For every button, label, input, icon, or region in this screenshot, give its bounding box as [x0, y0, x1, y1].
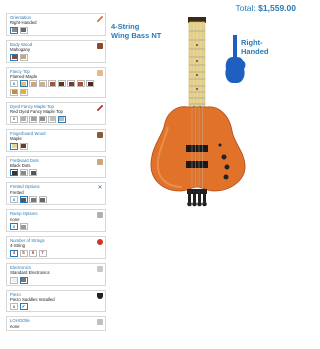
swatch-pearl-dots[interactable] [29, 169, 37, 177]
swatch-strings-7[interactable]: 7 [38, 249, 47, 257]
close-icon: ✕ [97, 185, 103, 192]
option-number-of-strings[interactable]: Number of Strings 4-String 4 5 6 7 [6, 236, 106, 259]
option-value: 4-String [10, 243, 26, 249]
swatch-dyed-red[interactable] [57, 115, 66, 123]
swatch-koa[interactable] [67, 80, 75, 88]
swatch-none[interactable]: x [10, 303, 18, 311]
options-sidebar: Orientation Right-Handed Body Wood Mahog… [6, 13, 106, 349]
option-value: Standard Electronics [10, 270, 50, 276]
wood-swatch-icon [97, 42, 103, 49]
swatch-dyed-4[interactable] [48, 115, 56, 123]
swatch-zebrawood[interactable] [10, 88, 18, 96]
option-value: none [10, 323, 20, 329]
swatch-walnut[interactable] [57, 80, 66, 88]
option-value: Maple [10, 136, 22, 142]
option-icon [97, 319, 103, 326]
swatch-padauk[interactable] [76, 80, 85, 88]
option-lohoolle[interactable]: LOHOOlle none [6, 316, 106, 332]
option-fretted[interactable]: Fretted Options Fretted ✕ x [6, 182, 106, 206]
swatch-electronics-none[interactable] [10, 276, 18, 284]
swatch-dyed-1[interactable] [19, 115, 28, 123]
option-value: Red Dyed Fancy Maple Top [10, 109, 63, 115]
option-fretboard-dots[interactable]: Fretboard Dots Black Dots [6, 155, 106, 179]
option-body-wood[interactable]: Body Wood Mahogany [6, 39, 106, 63]
option-dyed-fancy-maple-top[interactable]: Dyed Fancy Maple Top Red Dyed Fancy Mapl… [6, 101, 106, 125]
swatch-piezo-installed[interactable]: ✓ [19, 303, 28, 311]
guitar-icon [97, 16, 103, 22]
option-value: Black Dots [10, 162, 31, 168]
option-fingerboard-wood[interactable]: Fingerboard Wood Maple [6, 128, 106, 152]
option-value: Mahogany [10, 47, 31, 53]
swatch-ramp[interactable] [19, 223, 28, 230]
swatch-rosewood[interactable] [19, 142, 28, 150]
swatch-none[interactable]: x [10, 115, 18, 123]
option-piezo[interactable]: Piezo Piezo Saddles Installed x ✓ [6, 289, 106, 313]
swatch-white-dots[interactable] [19, 169, 28, 177]
swatch-strings-6[interactable]: 6 [29, 249, 37, 257]
swatch-flamed-maple[interactable] [19, 80, 28, 88]
swatch-standard-electronics[interactable] [19, 276, 28, 284]
swatch-fretless[interactable] [29, 196, 37, 204]
swatch-dyed-2[interactable] [29, 115, 37, 123]
total-amount: $1,559.00 [258, 3, 296, 13]
guitar-icon [97, 239, 103, 245]
wood-swatch-icon [97, 69, 103, 76]
swatch-wenge[interactable] [86, 80, 94, 88]
swatch-yellow-top[interactable] [19, 88, 28, 96]
option-value: Fretted [10, 189, 24, 195]
swatch-fretted[interactable] [19, 196, 28, 204]
swatch-ash[interactable] [19, 53, 28, 61]
swatch-quilted-maple[interactable] [29, 80, 37, 88]
swatch-strings-4[interactable]: 4 [10, 249, 18, 257]
option-electronics[interactable]: Electronics Standard Electronics [6, 262, 106, 286]
swatch-strings-5[interactable]: 5 [19, 249, 28, 257]
swatch-spalted-maple[interactable] [38, 80, 47, 88]
swatch-none[interactable]: x [10, 80, 18, 88]
swatch-burl[interactable] [48, 80, 56, 88]
swatch-maple[interactable] [10, 142, 18, 150]
swatch-right-handed[interactable] [10, 26, 18, 34]
swatch-black-dots[interactable] [10, 169, 18, 177]
option-value: Flamed Maple [10, 74, 38, 80]
swatch-none[interactable]: x [10, 196, 18, 204]
swatch-mahogany[interactable] [10, 53, 18, 61]
option-value: Piezo Saddles Installed [10, 297, 55, 303]
total-label: Total: [235, 3, 256, 13]
option-orientation[interactable]: Orientation Right-Handed [6, 13, 106, 36]
guitar-preview: 4-String Wing Bass NT Right- Handed [108, 13, 300, 213]
option-value: Right-Handed [10, 20, 37, 26]
handedness-label: Right- Handed [241, 38, 269, 56]
swatch-lined[interactable] [38, 196, 47, 204]
ramp-icon [97, 212, 103, 219]
swatch-dyed-3[interactable] [38, 115, 47, 123]
guitar-icon [97, 104, 103, 111]
option-value: none [10, 216, 20, 222]
swatch-left-handed[interactable] [19, 26, 28, 34]
piezo-icon [97, 292, 103, 299]
option-fancy-top[interactable]: Fancy Top Flamed Maple x [6, 66, 106, 98]
total-price: Total: $1,559.00 [235, 3, 296, 13]
dots-icon [97, 158, 103, 165]
wood-swatch-icon [97, 131, 103, 138]
electronics-icon [97, 265, 103, 272]
swatch-none[interactable]: x [10, 223, 18, 230]
option-ramp[interactable]: Ramp Options none x [6, 209, 106, 232]
